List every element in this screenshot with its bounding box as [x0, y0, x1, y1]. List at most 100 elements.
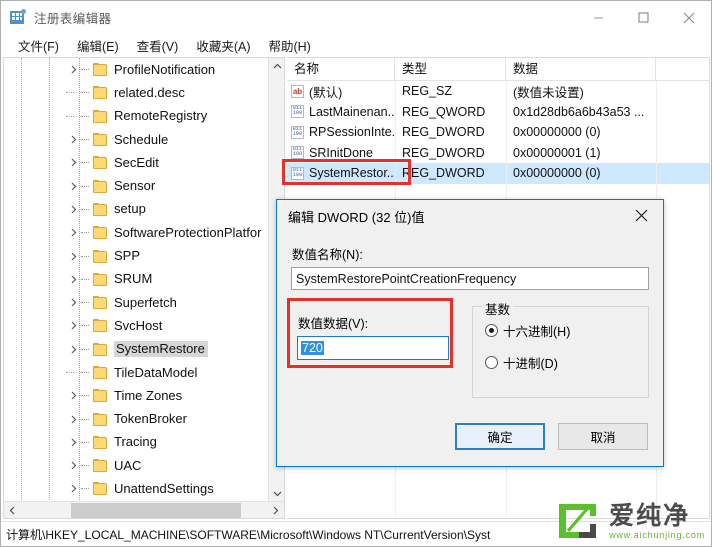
column-header-data[interactable]: 数据: [506, 58, 656, 81]
tree-item-related-desc[interactable]: related.desc: [4, 81, 269, 104]
value-type-cell: REG_QWORD: [395, 105, 506, 119]
minimize-button[interactable]: [576, 1, 621, 34]
chevron-right-icon[interactable]: [66, 128, 81, 151]
menu-item-help[interactable]: 帮助(H): [259, 34, 319, 57]
tree-item-time-zones[interactable]: Time Zones: [4, 384, 269, 407]
chevron-right-icon[interactable]: [66, 477, 81, 500]
table-row[interactable]: 011 100 SystemRestor... REG_DWORD 0x00000000…: [287, 163, 709, 184]
chevron-up-icon[interactable]: [269, 58, 284, 75]
tree-connector: [81, 81, 93, 104]
table-row[interactable]: 011 100 SRInitDone REG_DWORD 0x00000001 (1): [287, 143, 709, 164]
tree-horizontal-scrollbar[interactable]: [4, 501, 284, 518]
chevron-right-icon[interactable]: [66, 175, 81, 198]
tree-item-spp[interactable]: SPP: [4, 244, 269, 267]
tree-item-secedit[interactable]: SecEdit: [4, 151, 269, 174]
folder-icon: [93, 249, 108, 263]
value-type-cell: REG_DWORD: [395, 166, 506, 180]
chevron-right-icon[interactable]: [66, 338, 81, 361]
menu-item-edit[interactable]: 编辑(E): [68, 34, 128, 57]
chevron-right-icon[interactable]: [66, 314, 81, 337]
column-header-type[interactable]: 类型: [395, 58, 506, 81]
chevron-right-icon[interactable]: [66, 58, 81, 81]
chevron-right-icon[interactable]: [66, 151, 81, 174]
registry-tree[interactable]: ProfileNotification related.desc RemoteReg…: [4, 58, 269, 502]
folder-icon: [93, 109, 108, 123]
tree-item-label: Schedule: [114, 131, 169, 147]
column-header-name[interactable]: 名称: [287, 58, 395, 81]
value-name-input[interactable]: SystemRestorePointCreationFrequency: [291, 267, 649, 290]
registry-editor-window: 注册表编辑器 文件(F) 编辑(E) 查看(V) 收藏夹(A) 帮助(H) Pr…: [0, 0, 712, 547]
window-title: 注册表编辑器: [34, 12, 112, 26]
chevron-right-icon[interactable]: [267, 502, 284, 519]
folder-icon: [93, 389, 108, 403]
chevron-right-icon[interactable]: [66, 431, 81, 454]
table-row[interactable]: ab (默认) REG_SZ (数值未设置): [287, 81, 709, 102]
menu-item-file[interactable]: 文件(F): [9, 34, 68, 57]
menu-bar: 文件(F) 编辑(E) 查看(V) 收藏夹(A) 帮助(H): [1, 34, 711, 57]
dialog-close-button[interactable]: [619, 200, 663, 231]
value-type-cell: REG_SZ: [395, 84, 506, 98]
radio-decimal-label: 十进制(D): [503, 357, 558, 371]
value-name-text: RPSessionInte...: [309, 125, 395, 140]
table-row[interactable]: 011 100 LastMainenan... REG_QWORD 0x1d28db6a…: [287, 102, 709, 123]
tree-item-label: UnattendSettings: [114, 480, 214, 496]
close-button[interactable]: [666, 1, 711, 34]
chevron-right-icon[interactable]: [66, 245, 81, 268]
folder-icon: [93, 86, 108, 100]
tree-item-systemrestore[interactable]: SystemRestore: [4, 338, 269, 361]
tree-connector: [81, 151, 93, 174]
tree-item-schedule[interactable]: Schedule: [4, 128, 269, 151]
binary-value-icon: 011 100: [291, 125, 304, 139]
tree-item-svchost[interactable]: SvcHost: [4, 314, 269, 337]
radio-hexadecimal[interactable]: 十六进制(H): [485, 321, 638, 340]
tree-item-tiledatamodel[interactable]: TileDataModel: [4, 361, 269, 384]
value-name-cell: 011 100 SRInitDone: [287, 146, 395, 160]
radio-decimal[interactable]: 十进制(D): [485, 353, 638, 372]
cancel-button[interactable]: 取消: [558, 423, 648, 450]
menu-item-favorites[interactable]: 收藏夹(A): [187, 34, 259, 57]
tree-item-softwareprotectionplatfor[interactable]: SoftwareProtectionPlatfor: [4, 221, 269, 244]
value-data-text: 0x00000000 (0): [513, 125, 601, 140]
tree-item-setup[interactable]: setup: [4, 198, 269, 221]
title-bar: 注册表编辑器: [1, 1, 711, 34]
tree-item-superfetch[interactable]: Superfetch: [4, 291, 269, 314]
maximize-button[interactable]: [621, 1, 666, 34]
menu-item-view[interactable]: 查看(V): [128, 34, 188, 57]
tree-item-tracing[interactable]: Tracing: [4, 431, 269, 454]
tree-connector: [81, 314, 93, 337]
chevron-right-icon[interactable]: [66, 454, 81, 477]
tree-item-sensor[interactable]: Sensor: [4, 174, 269, 197]
value-data-input[interactable]: 720: [297, 336, 449, 360]
tree-item-uac[interactable]: UAC: [4, 454, 269, 477]
chevron-right-icon[interactable]: [66, 221, 81, 244]
table-row[interactable]: 011 100 RPSessionInte... REG_DWORD 0x0000000…: [287, 122, 709, 143]
values-column-header: 名称 类型 数据: [287, 58, 709, 81]
tree-item-profilenotification[interactable]: ProfileNotification: [4, 58, 269, 81]
tree-item-srum[interactable]: SRUM: [4, 268, 269, 291]
tree-item-label: Superfetch: [114, 294, 177, 310]
folder-icon: [93, 63, 108, 77]
tree-item-label: SystemRestore: [114, 341, 208, 358]
chevron-down-icon[interactable]: [269, 485, 284, 502]
hscroll-track[interactable]: [21, 502, 267, 519]
chevron-left-icon[interactable]: [4, 502, 21, 519]
hscroll-thumb[interactable]: [71, 502, 241, 518]
tree-item-tokenbroker[interactable]: TokenBroker: [4, 407, 269, 430]
folder-icon: [93, 482, 108, 496]
tree-item-label: SPP: [114, 248, 141, 264]
radio-hexadecimal-label: 十六进制(H): [503, 325, 571, 339]
chevron-right-icon[interactable]: [66, 198, 81, 221]
value-type-cell: REG_DWORD: [395, 146, 506, 160]
chevron-right-icon[interactable]: [66, 268, 81, 291]
tree-item-unattendsettings[interactable]: UnattendSettings: [4, 477, 269, 500]
chevron-right-icon[interactable]: [66, 384, 81, 407]
chevron-right-icon[interactable]: [66, 408, 81, 431]
tree-connector: [81, 338, 93, 361]
folder-icon: [93, 226, 108, 240]
ok-button[interactable]: 确定: [455, 423, 545, 450]
tree-item-remoteregistry[interactable]: RemoteRegistry: [4, 105, 269, 128]
folder-icon: [93, 459, 108, 473]
dialog-buttons: 确定 取消: [455, 423, 648, 450]
chevron-right-icon[interactable]: [66, 291, 81, 314]
tree-item-label: Time Zones: [114, 387, 183, 403]
